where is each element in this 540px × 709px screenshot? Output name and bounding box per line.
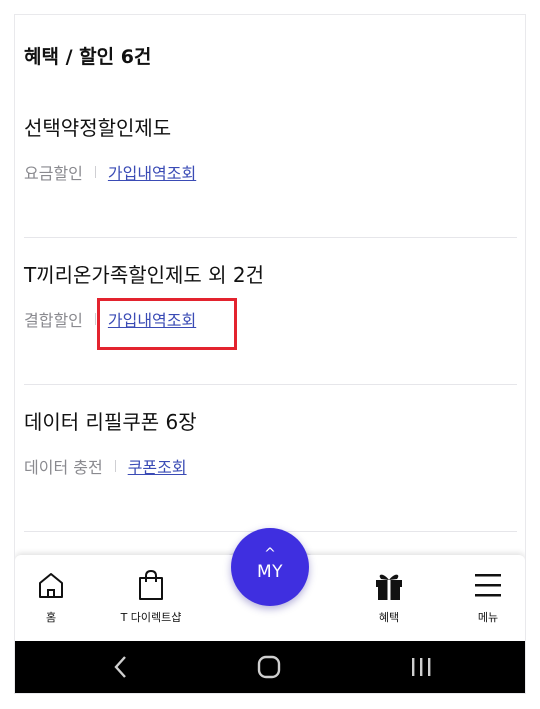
benefit-category: 요금할인	[24, 164, 83, 183]
my-button[interactable]: ^ MY	[231, 528, 309, 606]
nav-menu[interactable]: 메뉴	[465, 555, 511, 641]
highlight-box	[97, 298, 237, 350]
back-icon	[114, 656, 126, 678]
nav-shop-label: T 다이렉트샵	[120, 611, 182, 624]
nav-benefits-label: 혜택	[378, 611, 400, 624]
nav-menu-label: 메뉴	[477, 611, 499, 624]
benefit-subline: 요금할인 가입내역조회	[24, 160, 196, 184]
recent-apps-icon	[412, 658, 431, 676]
nav-home-label: 홈	[45, 611, 57, 624]
section-title: 혜택 / 할인 6건	[24, 46, 152, 68]
home-system-button[interactable]	[249, 641, 289, 693]
coupon-lookup-link[interactable]: 쿠폰조회	[128, 454, 187, 478]
nav-shop[interactable]: T 다이렉트샵	[111, 555, 191, 641]
home-icon	[36, 569, 66, 601]
divider	[94, 313, 96, 325]
chevron-up-icon: ^	[264, 546, 276, 562]
benefit-title: 선택약정할인제도	[24, 116, 172, 140]
benefit-title: 데이터 리필쿠폰 6장	[24, 410, 197, 434]
benefit-item: 선택약정할인제도 요금할인 가입내역조회	[24, 90, 517, 238]
nav-benefits[interactable]: 혜택	[367, 555, 411, 641]
shopping-bag-icon	[136, 569, 166, 601]
hamburger-menu-icon	[473, 569, 503, 601]
benefit-subline: 데이터 충전 쿠폰조회	[24, 454, 187, 478]
benefit-category: 결합할인	[24, 311, 83, 330]
gift-icon	[373, 569, 405, 601]
home-circle-icon	[257, 655, 281, 679]
app-screen: 혜택 / 할인 6건 선택약정할인제도 요금할인 가입내역조회 T끼리온가족할인…	[15, 15, 525, 693]
benefit-item: 데이터 리필쿠폰 6장 데이터 충전 쿠폰조회	[24, 384, 517, 532]
divider	[94, 166, 96, 178]
my-button-label: MY	[256, 562, 284, 582]
divider	[114, 460, 116, 472]
benefit-category: 데이터 충전	[24, 458, 103, 477]
nav-home[interactable]: 홈	[23, 555, 79, 641]
benefit-title: T끼리온가족할인제도 외 2건	[24, 263, 265, 287]
subscription-history-link[interactable]: 가입내역조회	[108, 160, 196, 184]
system-navigation-bar	[15, 641, 525, 693]
recent-apps-button[interactable]	[401, 641, 441, 693]
back-button[interactable]	[101, 641, 141, 693]
